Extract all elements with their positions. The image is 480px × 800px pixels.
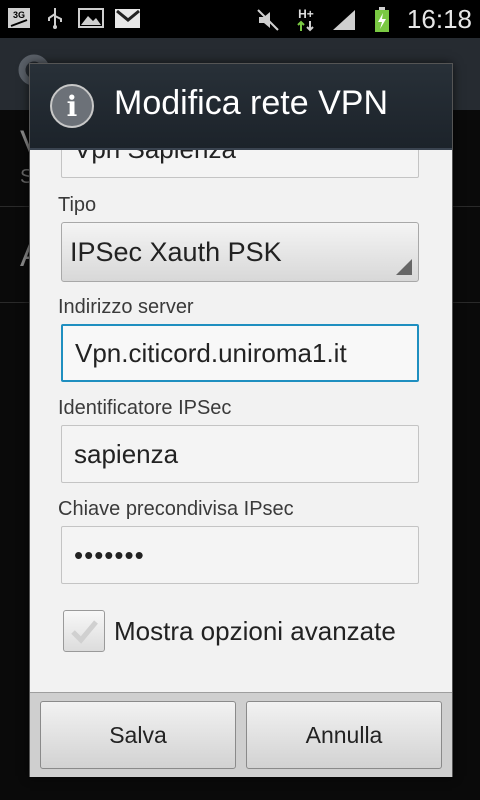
usb-icon bbox=[42, 5, 68, 31]
ipsec-identifier-input[interactable]: sapienza bbox=[61, 425, 419, 483]
network-type-label: H+ bbox=[298, 6, 314, 21]
checkmark-icon bbox=[71, 620, 98, 644]
preshared-key-input[interactable]: ••••••• bbox=[61, 526, 419, 584]
battery-charging-icon bbox=[369, 6, 395, 33]
gallery-icon bbox=[78, 5, 104, 31]
info-icon: i bbox=[50, 84, 94, 128]
data-activity-icon: H+ bbox=[293, 7, 319, 33]
ipsec-identifier-label: Identificatore IPSec bbox=[58, 397, 232, 419]
clock: 16:18 bbox=[406, 4, 472, 34]
server-address-input[interactable]: Vpn.citicord.uniroma1.it bbox=[61, 324, 419, 382]
ipsec-identifier-value: sapienza bbox=[74, 438, 179, 469]
status-bar: 3G H+ 16:18 bbox=[0, 0, 480, 38]
type-spinner-value: IPSec Xauth PSK bbox=[70, 236, 282, 267]
cancel-button[interactable]: Annulla bbox=[246, 701, 442, 769]
server-address-value: Vpn.citicord.uniroma1.it bbox=[75, 337, 347, 368]
system-icons: H+ 16:18 bbox=[255, 4, 472, 35]
type-spinner[interactable]: IPSec Xauth PSK bbox=[61, 222, 419, 282]
edit-vpn-dialog: i Modifica rete VPN Vpn Sapienza Tipo IP… bbox=[30, 64, 452, 777]
show-advanced-checkbox[interactable] bbox=[63, 610, 105, 652]
gmail-icon bbox=[114, 5, 140, 31]
dialog-form[interactable]: Vpn Sapienza Tipo IPSec Xauth PSK Indiri… bbox=[30, 150, 452, 690]
dialog-button-bar: Salva Annulla bbox=[30, 692, 452, 777]
vpn-name-field[interactable]: Vpn Sapienza bbox=[61, 150, 419, 178]
show-advanced-label[interactable]: Mostra opzioni avanzate bbox=[114, 616, 396, 647]
mute-icon bbox=[255, 7, 281, 33]
server-address-label: Indirizzo server bbox=[58, 296, 194, 318]
save-button[interactable]: Salva bbox=[40, 701, 236, 769]
notification-icons: 3G bbox=[6, 5, 140, 31]
type-label: Tipo bbox=[58, 194, 97, 216]
signal-icon bbox=[331, 7, 357, 33]
dropdown-arrow-icon bbox=[396, 259, 412, 275]
svg-text:3G: 3G bbox=[13, 10, 25, 20]
preshared-key-value: ••••••• bbox=[74, 539, 145, 570]
preshared-key-label: Chiave precondivisa IPsec bbox=[58, 498, 294, 520]
dialog-title: Modifica rete VPN bbox=[114, 84, 388, 122]
3g-icon: 3G bbox=[6, 5, 32, 31]
vpn-name-value: Vpn Sapienza bbox=[74, 150, 236, 165]
dialog-title-bar: i Modifica rete VPN bbox=[30, 64, 452, 150]
